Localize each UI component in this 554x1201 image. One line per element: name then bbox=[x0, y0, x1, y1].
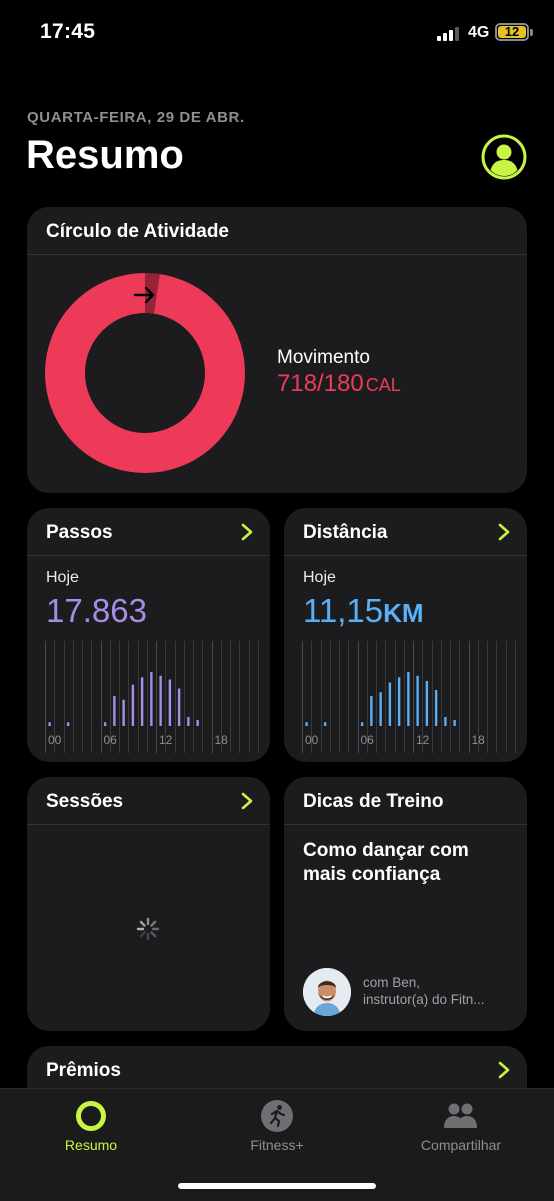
steps-hourly-chart: 00 06 12 18 bbox=[45, 641, 259, 753]
hour-bar bbox=[444, 717, 447, 726]
steps-card-title: Passos bbox=[46, 522, 113, 543]
hour-bar bbox=[305, 722, 308, 726]
date-label: QUARTA-FEIRA, 29 DE ABR. bbox=[27, 109, 245, 126]
hour-tick-label: 06 bbox=[361, 733, 375, 747]
hour-bar bbox=[434, 690, 438, 726]
tips-card-title: Dicas de Treino bbox=[303, 791, 444, 812]
home-indicator bbox=[178, 1183, 376, 1189]
move-unit: CAL bbox=[365, 375, 401, 395]
battery-icon: 12 bbox=[495, 23, 529, 41]
hour-bar bbox=[379, 692, 382, 726]
awards-card-title: Prêmios bbox=[46, 1060, 121, 1081]
divider bbox=[284, 555, 527, 556]
divider bbox=[27, 254, 527, 255]
coach-credit: com Ben, instrutor(a) do Fitn... bbox=[363, 974, 523, 1008]
hour-bar bbox=[196, 720, 199, 726]
chevron-right-icon bbox=[241, 523, 253, 541]
workout-tips-card[interactable]: Dicas de Treino Como dançar com mais con… bbox=[284, 777, 527, 1031]
signal-icon bbox=[437, 27, 459, 41]
sessions-card-title: Sessões bbox=[46, 791, 124, 812]
tip-text: Como dançar com mais confiança bbox=[303, 840, 469, 885]
hour-tick-label: 06 bbox=[104, 733, 118, 747]
distance-value: 11,15KM bbox=[303, 592, 424, 630]
network-label: 4G bbox=[468, 24, 490, 41]
coach-line-1: com Ben, bbox=[363, 975, 421, 990]
hour-bar bbox=[131, 684, 135, 726]
hour-bar bbox=[48, 722, 51, 726]
hour-bar bbox=[140, 677, 144, 726]
hour-bar bbox=[370, 696, 373, 726]
sessions-card[interactable]: Sessões bbox=[27, 777, 270, 1031]
hour-tick-label: 12 bbox=[159, 733, 173, 747]
tab-label: Resumo bbox=[64, 1137, 118, 1153]
divider bbox=[27, 824, 270, 825]
steps-card[interactable]: Passos Hoje 17.863 00 06 12 18 bbox=[27, 508, 270, 762]
hour-tick-label: 00 bbox=[305, 733, 319, 747]
divider bbox=[284, 824, 527, 825]
distance-unit: KM bbox=[383, 598, 424, 628]
chevron-right-icon bbox=[498, 1061, 510, 1079]
move-ring bbox=[45, 273, 245, 473]
hour-bar bbox=[113, 696, 116, 726]
profile-icon[interactable] bbox=[481, 134, 527, 180]
move-value-number: 718/180 bbox=[277, 370, 364, 397]
hour-tick-label: 18 bbox=[215, 733, 229, 747]
hour-bar bbox=[159, 675, 162, 726]
distance-hourly-chart: 00 06 12 18 bbox=[302, 641, 516, 753]
status-time: 17:45 bbox=[40, 20, 96, 43]
hour-bar bbox=[122, 699, 125, 726]
running-icon bbox=[261, 1100, 293, 1132]
activity-ring-icon bbox=[76, 1101, 106, 1131]
hour-tick-label: 12 bbox=[416, 733, 430, 747]
people-icon bbox=[444, 1103, 477, 1128]
hour-bar bbox=[323, 722, 327, 726]
distance-card-title: Distância bbox=[303, 522, 388, 543]
chevron-right-icon bbox=[241, 792, 253, 810]
page-title: Resumo bbox=[26, 133, 184, 177]
chevron-right-icon bbox=[498, 523, 510, 541]
divider bbox=[27, 555, 270, 556]
distance-card[interactable]: Distância Hoje 11,15KM 00 06 12 18 bbox=[284, 508, 527, 762]
hour-bar bbox=[397, 677, 401, 726]
steps-value: 17.863 bbox=[46, 592, 147, 629]
hour-tick-label: 00 bbox=[48, 733, 62, 747]
battery-level: 12 bbox=[504, 24, 520, 39]
hour-bar bbox=[453, 720, 456, 726]
coach-avatar bbox=[303, 968, 351, 1016]
hour-bar bbox=[425, 681, 429, 726]
coach-line-2: instrutor(a) do Fitn... bbox=[363, 992, 485, 1007]
move-value: 718/180 CAL bbox=[277, 370, 401, 398]
hour-tick-label: 18 bbox=[472, 733, 486, 747]
hour-bar bbox=[168, 679, 172, 726]
steps-today-label: Hoje bbox=[46, 569, 79, 586]
distance-today-label: Hoje bbox=[303, 569, 336, 586]
hour-bar bbox=[416, 675, 419, 726]
hour-bar bbox=[187, 717, 190, 726]
hour-bar bbox=[388, 682, 392, 726]
move-label: Movimento bbox=[277, 347, 370, 368]
hour-bar bbox=[103, 722, 107, 726]
distance-number: 11,15 bbox=[303, 592, 384, 629]
tab-label: Compartilhar bbox=[420, 1137, 502, 1153]
hour-bar bbox=[360, 722, 364, 726]
hour-bar bbox=[407, 672, 410, 726]
activity-card-title: Círculo de Atividade bbox=[46, 221, 229, 242]
loading-spinner-icon bbox=[136, 917, 160, 941]
hour-bar bbox=[150, 672, 153, 726]
hour-bar bbox=[66, 722, 70, 726]
battery-tip bbox=[530, 29, 533, 36]
tab-label: Fitness+ bbox=[250, 1137, 304, 1153]
hour-bar bbox=[177, 688, 181, 726]
